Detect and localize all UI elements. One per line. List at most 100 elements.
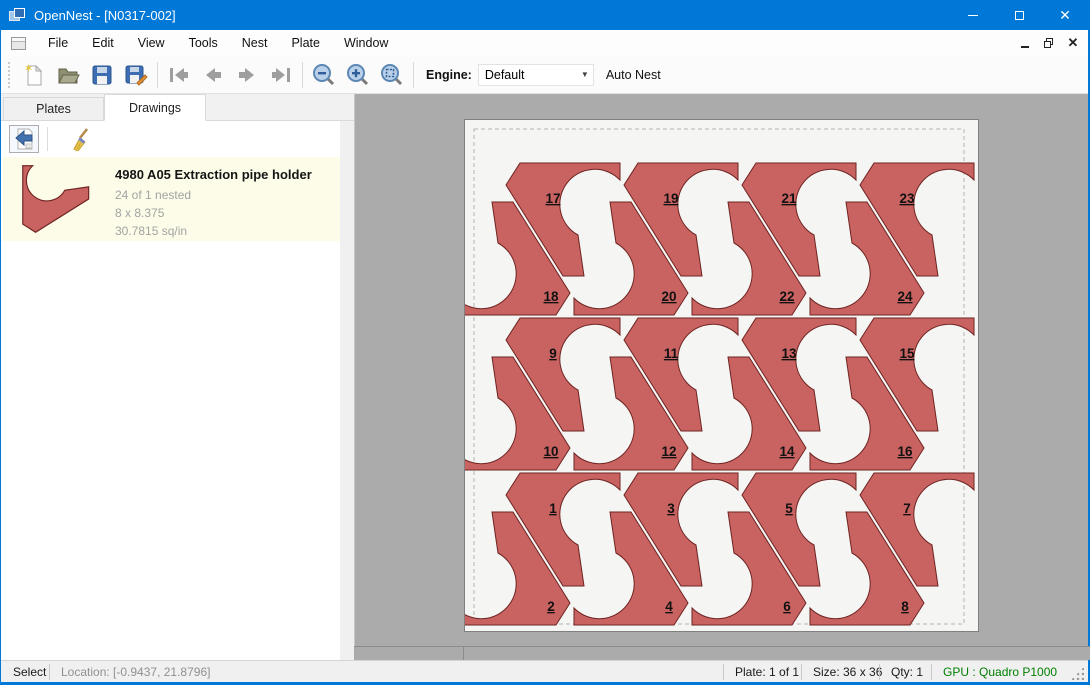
- menu-bar: FileEditViewToolsNestPlateWindow ✕: [1, 30, 1088, 56]
- svg-text:19: 19: [663, 191, 678, 206]
- broom-icon: [67, 127, 91, 151]
- close-icon: ✕: [1059, 8, 1071, 22]
- maximize-button[interactable]: [996, 0, 1042, 30]
- resize-grip[interactable]: [1071, 667, 1084, 680]
- svg-text:17: 17: [545, 191, 560, 206]
- drawings-toolbar: [1, 121, 354, 157]
- svg-text:16: 16: [897, 444, 913, 459]
- go-next-button[interactable]: [230, 59, 264, 91]
- go-last-icon: [268, 62, 294, 88]
- svg-text:6: 6: [783, 599, 791, 614]
- new-document-icon: ✶: [21, 62, 47, 88]
- mdi-restore-button[interactable]: [1040, 34, 1058, 52]
- new-button[interactable]: ✶: [17, 59, 51, 91]
- svg-text:7: 7: [903, 501, 911, 516]
- go-last-button[interactable]: [264, 59, 298, 91]
- part-pair[interactable]: 21 22: [692, 163, 856, 315]
- part-pair[interactable]: 56: [692, 473, 856, 625]
- svg-text:20: 20: [661, 289, 676, 304]
- status-location: Location: [-0.9437, 21.8796]: [61, 665, 210, 679]
- part-pair[interactable]: 1516: [810, 318, 974, 470]
- menu-item-tools[interactable]: Tools: [177, 31, 230, 55]
- svg-text:21: 21: [781, 191, 797, 206]
- auto-nest-button[interactable]: Auto Nest: [606, 68, 661, 82]
- open-folder-icon: [55, 62, 81, 88]
- svg-text:13: 13: [781, 346, 797, 361]
- part-pair[interactable]: 1920: [574, 163, 738, 315]
- mdi-document-icon[interactable]: [11, 37, 26, 50]
- save-icon: [89, 62, 115, 88]
- mdi-minimize-button[interactable]: [1016, 34, 1034, 52]
- svg-text:24: 24: [897, 289, 913, 304]
- status-plate: Plate: 1 of 1: [735, 665, 799, 679]
- svg-text:✶: ✶: [24, 63, 33, 75]
- menu-item-nest[interactable]: Nest: [230, 31, 280, 55]
- menu-item-file[interactable]: File: [36, 31, 80, 55]
- svg-text:2: 2: [547, 599, 555, 614]
- part-pair[interactable]: 12: [465, 473, 620, 625]
- zoom-fit-button[interactable]: [375, 59, 409, 91]
- chevron-down-icon: ▼: [581, 70, 589, 79]
- part-pair[interactable]: 11 12: [574, 318, 738, 470]
- status-gpu: GPU : Quadro P1000: [943, 665, 1057, 679]
- svg-text:11: 11: [664, 346, 679, 361]
- engine-combobox[interactable]: Default ▼: [478, 64, 594, 86]
- open-button[interactable]: [51, 59, 85, 91]
- drawing-nested-count: 24 of 1 nested: [115, 186, 312, 204]
- zoom-in-button[interactable]: [341, 59, 375, 91]
- menu-item-edit[interactable]: Edit: [80, 31, 126, 55]
- svg-text:12: 12: [661, 444, 676, 459]
- svg-text:18: 18: [543, 289, 559, 304]
- svg-text:14: 14: [779, 444, 795, 459]
- status-bar: Select Location: [-0.9437, 21.8796] Plat…: [1, 660, 1088, 682]
- mdi-close-button[interactable]: ✕: [1064, 34, 1082, 52]
- save-as-icon: [123, 62, 149, 88]
- toolbar-grip[interactable]: [7, 62, 11, 88]
- canvas-hscrollbar[interactable]: [354, 646, 1090, 660]
- drawing-title: 4980 A05 Extraction pipe holder: [115, 167, 312, 182]
- nest-canvas[interactable]: 171819202122232491011121314151612345678: [354, 94, 1088, 646]
- zoom-out-icon: [311, 62, 337, 88]
- save-as-button[interactable]: [119, 59, 153, 91]
- svg-text:9: 9: [549, 346, 557, 361]
- part-thumbnail: [21, 164, 91, 234]
- mdi-minimize-icon: [1021, 46, 1029, 48]
- part-pair[interactable]: 2324: [810, 163, 974, 315]
- go-next-icon: [234, 62, 260, 88]
- minimize-button[interactable]: [950, 0, 996, 30]
- tab-drawings[interactable]: Drawings: [104, 94, 206, 121]
- menu-item-plate[interactable]: Plate: [279, 31, 332, 55]
- panel-scrollbar[interactable]: [340, 121, 354, 660]
- part-pair[interactable]: 78: [810, 473, 974, 625]
- svg-text:22: 22: [779, 289, 794, 304]
- menu-item-window[interactable]: Window: [332, 31, 400, 55]
- drawing-list-item[interactable]: 4980 A05 Extraction pipe holder 24 of 1 …: [3, 157, 351, 241]
- go-previous-button[interactable]: [196, 59, 230, 91]
- menu-item-view[interactable]: View: [126, 31, 177, 55]
- close-button[interactable]: ✕: [1042, 0, 1088, 30]
- zoom-out-button[interactable]: [307, 59, 341, 91]
- part-pair[interactable]: 1718: [465, 163, 620, 315]
- go-first-icon: [166, 62, 192, 88]
- nested-parts: 171819202122232491011121314151612345678: [465, 120, 980, 633]
- svg-text:10: 10: [543, 444, 558, 459]
- panel-tabs: Plates Drawings: [1, 94, 354, 121]
- import-drawing-button[interactable]: [9, 125, 39, 153]
- zoom-fit-icon: [379, 62, 405, 88]
- left-panel: Plates Drawings: [1, 94, 354, 660]
- engine-combobox-value: Default: [485, 68, 525, 82]
- part-pair[interactable]: 34: [574, 473, 738, 625]
- clean-button[interactable]: [64, 125, 94, 153]
- tab-plates[interactable]: Plates: [3, 97, 104, 121]
- svg-text:4: 4: [665, 599, 673, 614]
- part-pair[interactable]: 9 10: [465, 318, 620, 470]
- go-first-button[interactable]: [162, 59, 196, 91]
- part-pair[interactable]: 13 14: [692, 318, 856, 470]
- mdi-restore-icon: [1044, 38, 1054, 48]
- plate-sheet[interactable]: 171819202122232491011121314151612345678: [464, 119, 979, 632]
- title-bar: OpenNest - [N0317-002] ✕: [1, 0, 1088, 30]
- save-button[interactable]: [85, 59, 119, 91]
- import-drawing-icon: [12, 127, 36, 151]
- status-qty: Qty: 1: [891, 665, 923, 679]
- main-toolbar: ✶: [1, 56, 1088, 94]
